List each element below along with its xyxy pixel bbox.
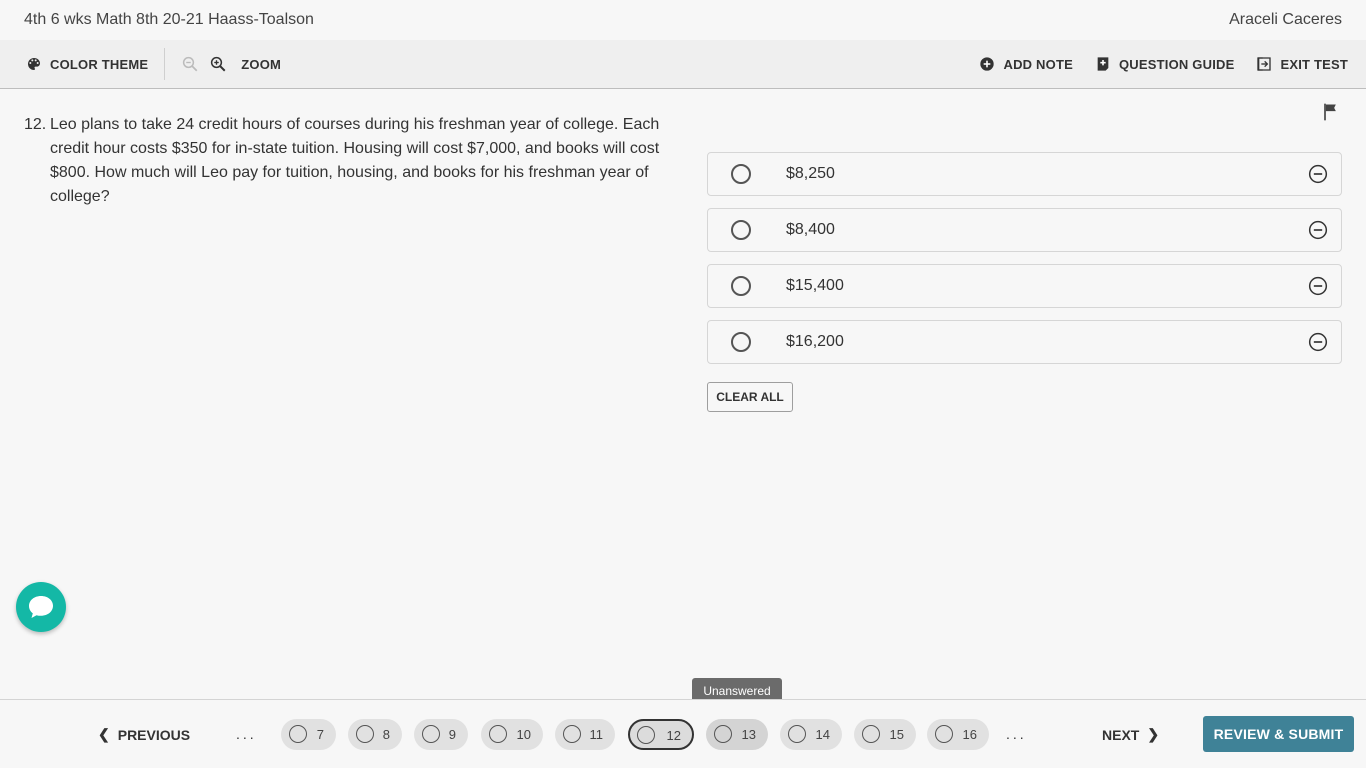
- unanswered-circle-icon: [637, 726, 655, 744]
- strikethrough-icon[interactable]: [1308, 276, 1328, 301]
- unanswered-circle-icon: [422, 725, 440, 743]
- clear-all-button[interactable]: CLEAR ALL: [707, 382, 793, 412]
- exit-test-label: EXIT TEST: [1280, 56, 1348, 72]
- answer-text: $8,250: [786, 165, 835, 182]
- review-submit-button[interactable]: REVIEW & SUBMIT: [1203, 716, 1354, 752]
- answer-option-a[interactable]: $8,250: [707, 152, 1342, 196]
- radio-button[interactable]: [731, 220, 751, 240]
- previous-button[interactable]: ❮ PREVIOUS: [98, 726, 190, 743]
- unanswered-circle-icon: [862, 725, 880, 743]
- answer-list: $8,250 $8,400 $15,400 $16,200: [707, 152, 1342, 376]
- answer-option-c[interactable]: $15,400: [707, 264, 1342, 308]
- question-guide-button[interactable]: QUESTION GUIDE: [1095, 56, 1234, 72]
- unanswered-circle-icon: [714, 725, 732, 743]
- color-theme-button[interactable]: COLOR THEME: [26, 56, 148, 72]
- test-title: 4th 6 wks Math 8th 20-21 Haass-Toalson: [24, 11, 314, 28]
- unanswered-circle-icon: [935, 725, 953, 743]
- answer-text: $16,200: [786, 333, 844, 350]
- add-circle-icon: [979, 56, 995, 72]
- guide-icon: [1095, 56, 1111, 72]
- unanswered-circle-icon: [356, 725, 374, 743]
- unanswered-circle-icon: [289, 725, 307, 743]
- question-button-13[interactable]: 13: [706, 719, 768, 750]
- question-text: Leo plans to take 24 credit hours of cou…: [50, 116, 660, 205]
- toolbar-divider: [164, 48, 166, 80]
- flag-icon[interactable]: [1320, 102, 1340, 127]
- radio-button[interactable]: [731, 164, 751, 184]
- unanswered-circle-icon: [788, 725, 806, 743]
- exit-test-button[interactable]: EXIT TEST: [1256, 56, 1348, 72]
- answer-text: $8,400: [786, 221, 835, 238]
- previous-label: PREVIOUS: [117, 726, 191, 743]
- question-button-16[interactable]: 16: [927, 719, 989, 750]
- student-name: Araceli Caceres: [1229, 11, 1342, 28]
- next-button[interactable]: NEXT ❯: [1102, 726, 1159, 743]
- add-note-button[interactable]: ADD NOTE: [979, 56, 1073, 72]
- strikethrough-icon[interactable]: [1308, 164, 1328, 189]
- toolbar: COLOR THEME ZOOM ADD NOTE QUESTION GUIDE…: [0, 40, 1366, 89]
- question-button-7[interactable]: 7: [281, 719, 336, 750]
- unanswered-circle-icon: [563, 725, 581, 743]
- question-number: 12.: [24, 116, 47, 133]
- ellipsis-right[interactable]: ...: [1006, 726, 1027, 742]
- strikethrough-icon[interactable]: [1308, 220, 1328, 245]
- question-guide-label: QUESTION GUIDE: [1118, 56, 1235, 72]
- question-button-8[interactable]: 8: [348, 719, 402, 750]
- palette-icon: [26, 56, 42, 72]
- zoom-in-icon[interactable]: [209, 55, 227, 73]
- add-note-label: ADD NOTE: [1003, 56, 1073, 72]
- title-bar: 4th 6 wks Math 8th 20-21 Haass-Toalson A…: [0, 0, 1366, 40]
- exit-icon: [1256, 56, 1272, 72]
- unanswered-circle-icon: [489, 725, 507, 743]
- zoom-label: ZOOM: [241, 56, 282, 72]
- zoom-out-icon[interactable]: [181, 55, 199, 73]
- chevron-left-icon: ❮: [98, 726, 110, 742]
- color-theme-label: COLOR THEME: [50, 56, 149, 72]
- radio-button[interactable]: [731, 332, 751, 352]
- chat-button[interactable]: [16, 582, 66, 632]
- question-stem: 12. Leo plans to take 24 credit hours of…: [24, 113, 664, 209]
- answer-option-b[interactable]: $8,400: [707, 208, 1342, 252]
- zoom-controls: ZOOM: [181, 55, 281, 73]
- chevron-right-icon: ❯: [1147, 726, 1160, 742]
- question-button-12[interactable]: 12: [628, 719, 694, 750]
- chat-bubble-icon: [26, 593, 56, 621]
- question-button-15[interactable]: 15: [854, 719, 916, 750]
- strikethrough-icon[interactable]: [1308, 332, 1328, 357]
- question-navigation: ❮ PREVIOUS ... 7 8 9 10 11 12 13 14 15 1…: [0, 699, 1366, 768]
- next-label: NEXT: [1102, 726, 1140, 743]
- question-button-10[interactable]: 10: [481, 719, 543, 750]
- question-button-11[interactable]: 11: [555, 719, 615, 750]
- question-button-14[interactable]: 14: [780, 719, 842, 750]
- answer-text: $15,400: [786, 277, 844, 294]
- answer-option-d[interactable]: $16,200: [707, 320, 1342, 364]
- question-button-9[interactable]: 9: [414, 719, 468, 750]
- ellipsis-left[interactable]: ...: [236, 726, 257, 742]
- radio-button[interactable]: [731, 276, 751, 296]
